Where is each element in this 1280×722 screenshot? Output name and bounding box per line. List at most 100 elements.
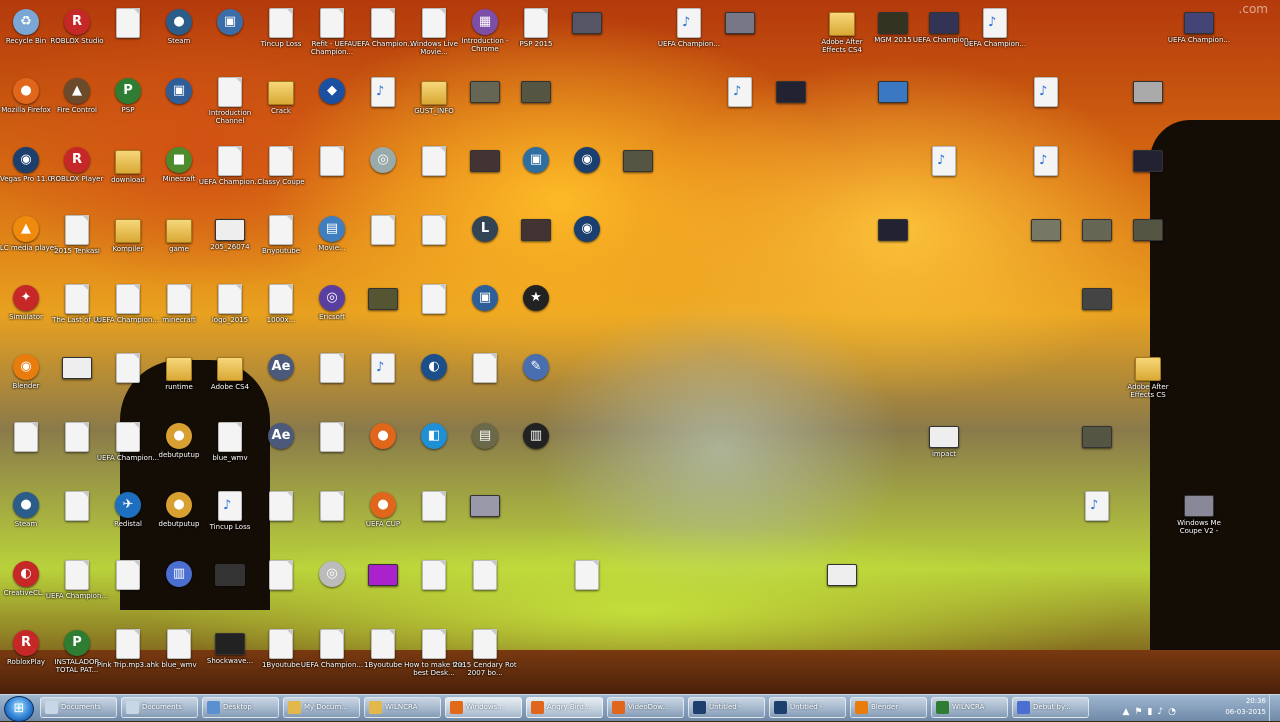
desktop-icon[interactable] (1116, 209, 1180, 275)
tray-icon[interactable]: ⚑ (1134, 707, 1142, 717)
taskbar-button[interactable]: WILNCRA (931, 697, 1008, 718)
show-desktop-button[interactable] (1269, 695, 1280, 721)
taskbar-button-label: Desktop (223, 703, 252, 711)
taskbar-button-label: Documents (142, 703, 182, 711)
desktop-icon-label (810, 588, 874, 604)
desktop-icon-label (912, 178, 976, 194)
desktop-icon[interactable]: ▥ (504, 416, 568, 482)
image-thumbnail-icon (1184, 12, 1214, 34)
desktop-icon[interactable] (504, 71, 568, 137)
desktop-icon[interactable] (861, 209, 925, 275)
desktop-icon-label (1116, 105, 1180, 121)
image-thumbnail-icon (368, 288, 398, 310)
desktop-icon[interactable] (1065, 416, 1129, 482)
desktop-icon[interactable]: impact (912, 416, 976, 482)
desktop-icon[interactable]: UEFA Champion... (1167, 2, 1231, 68)
taskbar-button[interactable]: Angry Bird... (526, 697, 603, 718)
application-icon: R (13, 630, 39, 656)
desktop-icon[interactable] (1065, 278, 1129, 344)
document-icon (269, 8, 293, 38)
taskbar-button[interactable]: Blender (850, 697, 927, 718)
taskbar-button[interactable]: Untitled - (769, 697, 846, 718)
desktop-icon[interactable] (708, 2, 772, 68)
application-icon: ◉ (13, 147, 39, 173)
tray-icon[interactable]: ◔ (1168, 707, 1176, 717)
document-icon (167, 629, 191, 659)
desktop-icon[interactable] (810, 554, 874, 620)
taskbar-button[interactable]: WILNCRA (364, 697, 441, 718)
document-icon (269, 491, 293, 521)
tray-icon[interactable]: ▮ (1147, 707, 1152, 717)
desktop-icon[interactable]: ✎ (504, 347, 568, 413)
desktop-icon[interactable] (1065, 485, 1129, 551)
desktop-icon[interactable] (861, 71, 925, 137)
taskbar-button[interactable]: My Docum... (283, 697, 360, 718)
image-thumbnail-icon (215, 219, 245, 241)
document-icon (116, 284, 140, 314)
desktop-icon[interactable]: UEFA Champion... (963, 2, 1027, 68)
desktop-icon[interactable] (453, 485, 517, 551)
desktop-icon[interactable] (453, 554, 517, 620)
media-file-icon (1034, 146, 1058, 176)
taskbar-button-label: Windows... (466, 703, 504, 711)
desktop-icon[interactable] (1014, 140, 1078, 206)
desktop-icon-label (1014, 109, 1078, 125)
desktop-icon-label (759, 105, 823, 121)
application-icon: ▤ (319, 216, 345, 242)
desktop-icon[interactable] (1116, 71, 1180, 137)
media-file-icon (932, 146, 956, 176)
image-thumbnail-icon (1082, 426, 1112, 448)
system-tray: ▲ ⚑ ▮ ♪ ◔ (1117, 699, 1176, 717)
desktop-icon-label (504, 313, 568, 329)
tray-icon[interactable]: ▲ (1122, 707, 1129, 717)
desktop-icon[interactable]: ◉ (555, 209, 619, 275)
tray-icon[interactable]: ♪ (1157, 707, 1163, 717)
application-icon: Ae (268, 354, 294, 380)
desktop-icon[interactable]: 2015 Cendary Rot 2007 bo... (453, 623, 517, 689)
document-icon (116, 353, 140, 383)
application-icon: ◉ (13, 354, 39, 380)
taskbar-button[interactable]: Documents (40, 697, 117, 718)
taskbar-button[interactable]: Documents (121, 697, 198, 718)
taskbar-button[interactable]: Debut by... (1012, 697, 1089, 718)
application-icon: ● (13, 78, 39, 104)
document-icon (422, 8, 446, 38)
application-icon: ▲ (64, 78, 90, 104)
taskbar-button[interactable]: Desktop (202, 697, 279, 718)
desktop-icon[interactable]: ★ (504, 278, 568, 344)
desktop-icon[interactable] (1116, 140, 1180, 206)
taskbar-button-label: Angry Bird... (547, 703, 591, 711)
start-button[interactable]: ⊞ (4, 696, 34, 722)
desktop-icon[interactable] (759, 71, 823, 137)
desktop-icon[interactable] (555, 2, 619, 68)
document-icon (65, 491, 89, 521)
application-icon: ✦ (13, 285, 39, 311)
desktop-icon[interactable] (1014, 71, 1078, 137)
taskbar-button[interactable]: Windows... (445, 697, 522, 718)
desktop-icon-label (504, 451, 568, 467)
document-icon (422, 491, 446, 521)
image-thumbnail-icon (62, 357, 92, 379)
media-file-icon (677, 8, 701, 38)
taskbar-button[interactable]: VideoDow... (607, 697, 684, 718)
document-icon (218, 77, 242, 107)
application-icon: ● (166, 9, 192, 35)
taskbar-button[interactable]: Untitled - (688, 697, 765, 718)
desktop-icon-label: Windows Me Coupe V2 - (1177, 519, 1221, 535)
desktop-icon[interactable]: Adobe After Effects CS (1116, 347, 1180, 413)
taskbar-app-icon (45, 701, 58, 714)
clock[interactable]: 20:36 06-03-2015 (1206, 696, 1266, 718)
desktop-icon-label (1065, 312, 1129, 328)
folder-icon (268, 81, 294, 105)
application-icon: ◉ (574, 147, 600, 173)
desktop[interactable]: .com ♻ Recycle Bin R ROBLOX Studio ● Steam ▣ Ti… (0, 0, 1280, 694)
application-icon: ♻ (13, 9, 39, 35)
desktop-icon[interactable] (555, 554, 619, 620)
desktop-icon[interactable] (606, 140, 670, 206)
application-icon: ● (13, 492, 39, 518)
desktop-icon-label (1065, 450, 1129, 466)
document-icon (422, 146, 446, 176)
desktop-icon[interactable] (912, 140, 976, 206)
desktop-icon[interactable]: Windows Me Coupe V2 - (1167, 485, 1231, 551)
media-file-icon (983, 8, 1007, 38)
